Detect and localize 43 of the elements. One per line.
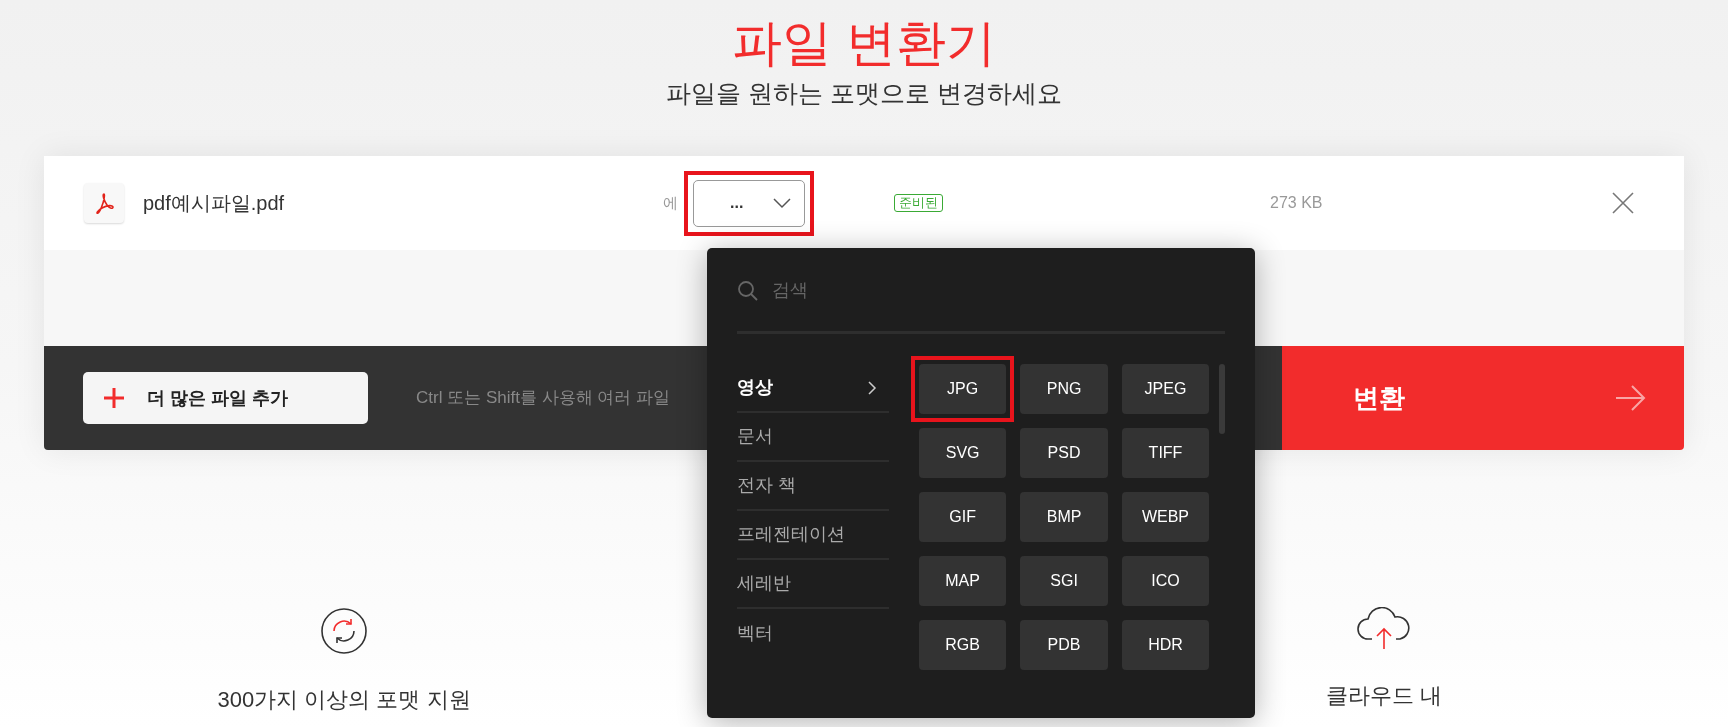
file-name: pdf예시파일.pdf [143, 191, 286, 216]
scrollbar[interactable] [1219, 364, 1225, 434]
convert-button[interactable]: 변환 [1282, 346, 1684, 450]
format-option[interactable]: WEBP [1121, 492, 1210, 542]
chevron-right-icon [866, 379, 877, 396]
format-option[interactable]: BMP [1020, 492, 1108, 542]
search-icon [737, 279, 759, 302]
plus-icon [103, 387, 125, 409]
format-option[interactable]: SGI [1020, 556, 1108, 606]
status-badge: 준비된 [894, 194, 943, 212]
refresh-icon [320, 607, 368, 655]
category-item[interactable]: 영상 [737, 364, 889, 413]
close-icon[interactable] [1611, 191, 1635, 215]
format-option[interactable]: PNG [1020, 364, 1108, 414]
format-option[interactable]: JPEG [1121, 364, 1210, 414]
format-option[interactable]: PDB [1020, 620, 1108, 670]
chevron-down-icon [772, 197, 792, 209]
format-option[interactable]: TIFF [1121, 428, 1210, 478]
search-field[interactable]: 검색 [772, 277, 1072, 304]
cloud-upload-icon [1356, 607, 1412, 651]
category-item[interactable]: 프레젠테이션 [737, 511, 889, 560]
format-option[interactable]: JPG [918, 364, 1007, 414]
format-option[interactable]: ICO [1121, 556, 1210, 606]
hint-text: Ctrl 또는 Shift를 사용해 여러 파일 [416, 387, 671, 410]
format-option[interactable]: HDR [1121, 620, 1210, 670]
page-subtitle: 파일을 원하는 포맷으로 변경하세요 [666, 78, 1062, 109]
category-item[interactable]: 세레반 [737, 560, 889, 609]
file-size: 273 KB [1270, 193, 1323, 213]
format-option[interactable]: SVG [918, 428, 1007, 478]
category-item[interactable]: 전자 책 [737, 462, 889, 511]
page-title: 파일 변환기 [732, 14, 996, 73]
category-item[interactable]: 벡터 [737, 609, 889, 658]
category-item[interactable]: 문서 [737, 413, 889, 462]
add-files-button[interactable]: 더 많은 파일 추가 [83, 372, 368, 424]
feature-text: 300가지 이상의 포맷 지원 [217, 686, 471, 714]
format-option[interactable]: RGB [918, 620, 1007, 670]
format-select[interactable]: ... [693, 179, 805, 227]
to-label: 에 [663, 192, 679, 213]
pdf-file-icon [84, 183, 124, 223]
format-option[interactable]: MAP [918, 556, 1007, 606]
feature-text: 클라우드 내 [1325, 682, 1443, 710]
format-option[interactable]: PSD [1020, 428, 1108, 478]
format-option[interactable]: GIF [918, 492, 1007, 542]
